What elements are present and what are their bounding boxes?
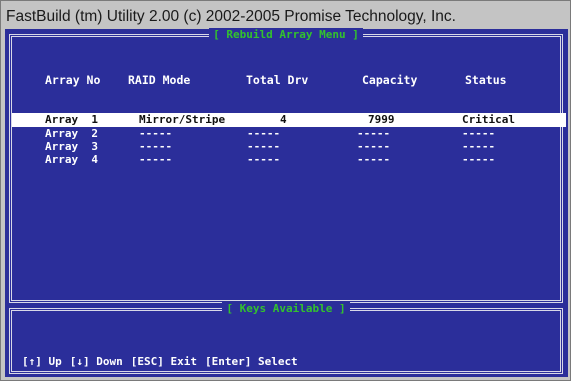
row-array-no: Array 3 [45, 140, 98, 153]
table-row[interactable]: Array 4 ----- ----- ----- ----- [12, 153, 566, 166]
panel-title-label: [ Keys Available ] [12, 302, 560, 316]
row-array-no: Array 4 [45, 153, 98, 166]
row-raid-mode: Mirror/Stripe [139, 113, 226, 126]
keys-available-title: [ Keys Available ] [222, 302, 350, 315]
table-row[interactable]: Array 1 Mirror/Stripe 4 7999 Critical [12, 113, 566, 127]
panel-title-label: [ Rebuild Array Menu ] [12, 28, 560, 42]
key-exit-hint[interactable]: [ESC] Exit [131, 355, 197, 368]
table-row[interactable]: Array 3 ----- ----- ----- ----- [12, 140, 566, 153]
header-raid-mode: RAID Mode [128, 73, 191, 87]
row-array-no: Array 1 [45, 113, 98, 126]
row-status: ----- [462, 140, 496, 153]
row-status: ----- [462, 153, 496, 166]
row-capacity: ----- [357, 140, 391, 153]
app-window: FastBuild (tm) Utility 2.00 (c) 2002-200… [0, 0, 571, 381]
keys-available-panel: [ Keys Available ] [↑] Up [↓] Down [ESC] E… [9, 302, 563, 374]
row-total-drv: ----- [247, 153, 281, 166]
key-hints: [↑] Up [↓] Down [ESC] Exit [Enter] Select [22, 355, 306, 368]
row-status: ----- [462, 127, 496, 140]
row-capacity: ----- [357, 153, 391, 166]
row-total-drv: 4 [280, 113, 287, 126]
table-row[interactable]: Array 2 ----- ----- ----- ----- [12, 127, 566, 140]
row-array-no: Array 2 [45, 127, 98, 140]
window-title: FastBuild (tm) Utility 2.00 (c) 2002-200… [6, 8, 456, 25]
key-up-hint[interactable]: [↑] Up [22, 355, 62, 368]
row-total-drv: ----- [247, 127, 281, 140]
header-array-no: Array No [45, 73, 101, 87]
key-select-hint[interactable]: [Enter] Select [205, 355, 298, 368]
key-down-hint[interactable]: [↓] Down [70, 355, 123, 368]
table-header: Array No RAID Mode Total Drv Capacity St… [12, 74, 566, 87]
row-raid-mode: ----- [139, 153, 173, 166]
row-raid-mode: ----- [139, 127, 173, 140]
header-capacity: Capacity [362, 73, 418, 87]
header-total-drv: Total Drv [246, 73, 309, 87]
header-status: Status [465, 73, 507, 87]
bios-screen: [ Rebuild Array Menu ] Array No RAID Mod… [5, 28, 568, 377]
row-raid-mode: ----- [139, 140, 173, 153]
row-status: Critical [462, 113, 515, 126]
row-capacity: 7999 [368, 113, 395, 126]
rebuild-array-menu-title: [ Rebuild Array Menu ] [209, 28, 363, 41]
row-total-drv: ----- [247, 140, 281, 153]
rebuild-array-panel: [ Rebuild Array Menu ] Array No RAID Mod… [9, 28, 566, 303]
row-capacity: ----- [357, 127, 391, 140]
